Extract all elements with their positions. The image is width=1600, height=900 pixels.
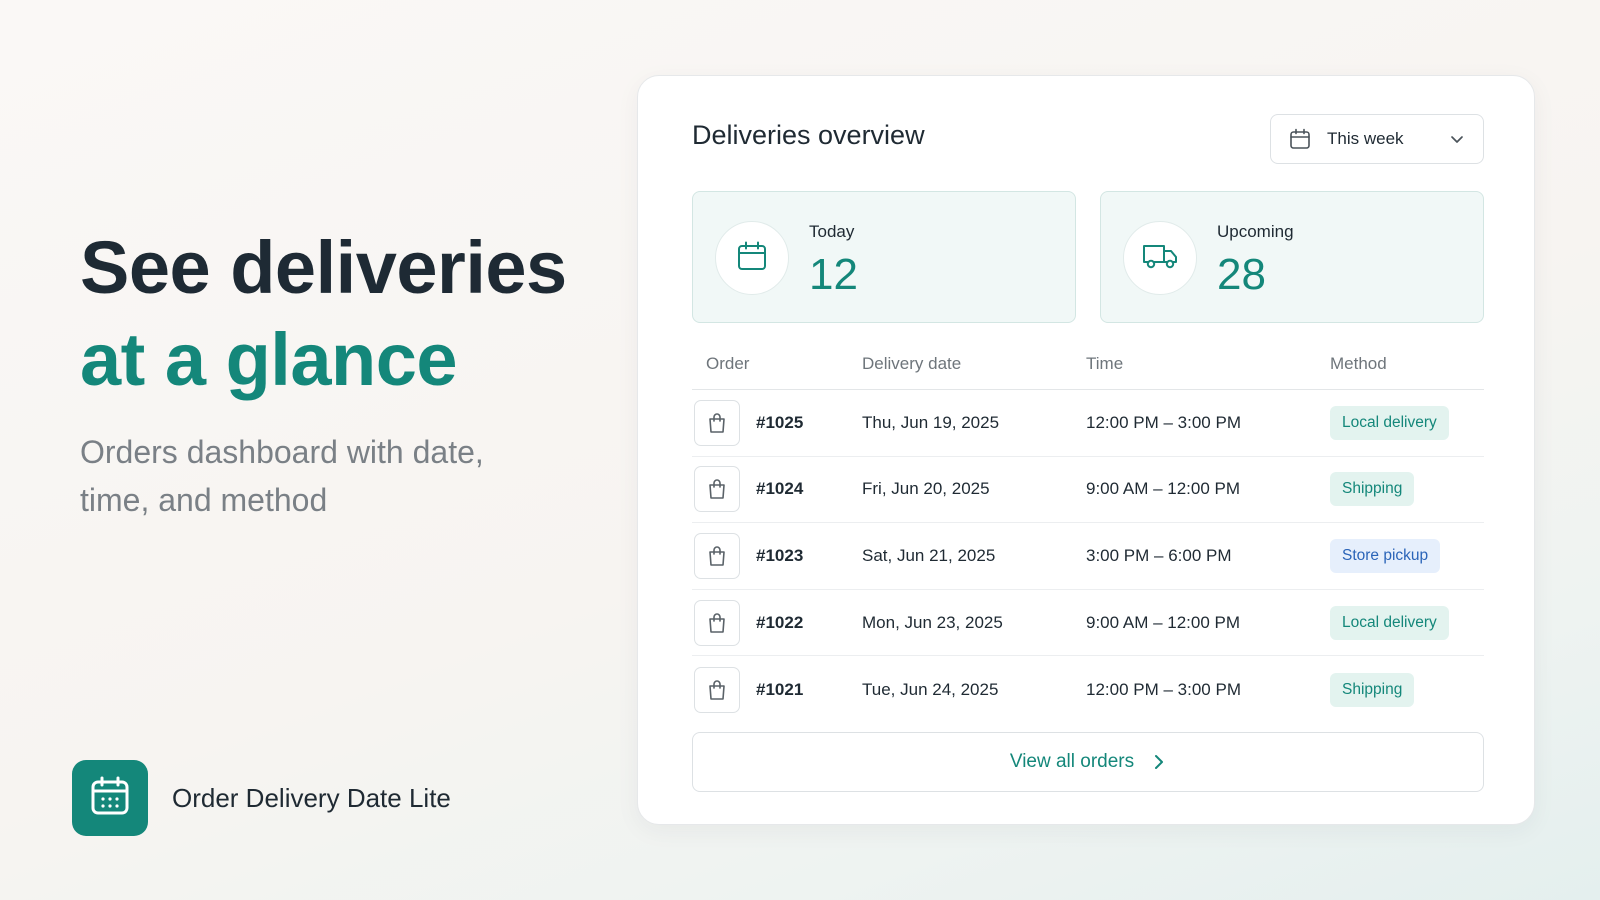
chevron-down-icon <box>1449 131 1465 147</box>
column-header-method: Method <box>1330 353 1387 373</box>
shopping-bag-icon <box>694 532 740 579</box>
column-header-order: Order <box>706 353 750 373</box>
hero-headline-line2: at a glance <box>80 318 458 401</box>
delivery-date: Mon, Jun 23, 2025 <box>862 612 1003 632</box>
view-all-orders-button[interactable]: View all orders <box>692 732 1484 792</box>
table-row[interactable]: #1024 Fri, Jun 20, 2025 9:00 AM – 12:00 … <box>692 457 1484 524</box>
calendar-icon <box>1289 128 1311 150</box>
date-range-select[interactable]: This week <box>1270 114 1484 164</box>
brand-logo <box>72 760 148 836</box>
delivery-time: 3:00 PM – 6:00 PM <box>1086 545 1232 565</box>
shopping-bag-icon <box>694 399 740 446</box>
stat-today-icon-wrap <box>715 221 789 295</box>
date-range-value: This week <box>1327 129 1404 148</box>
method-badge: Local delivery <box>1330 605 1449 640</box>
column-header-delivery-date: Delivery date <box>862 353 962 373</box>
order-id[interactable]: #1025 <box>756 413 803 433</box>
view-all-orders-label: View all orders <box>1009 751 1135 772</box>
brand-name: Order Delivery Date Lite <box>172 782 451 813</box>
delivery-date: Tue, Jun 24, 2025 <box>862 679 999 699</box>
brand: Order Delivery Date Lite <box>72 760 451 836</box>
column-header-time: Time <box>1086 353 1124 373</box>
hero-headline-line1: See deliveries <box>80 226 567 309</box>
stat-today-label: Today <box>809 222 855 241</box>
table-header: Order Delivery date Time Method <box>692 338 1484 390</box>
orders-table: Order Delivery date Time Method #1025 Th… <box>692 338 1484 723</box>
table-row[interactable]: #1023 Sat, Jun 21, 2025 3:00 PM – 6:00 P… <box>692 523 1484 590</box>
stat-today-value: 12 <box>809 250 858 299</box>
order-id[interactable]: #1022 <box>756 613 803 633</box>
order-id[interactable]: #1024 <box>756 479 803 499</box>
method-badge: Shipping <box>1330 672 1415 707</box>
order-id[interactable]: #1021 <box>756 680 803 700</box>
shopping-bag-icon <box>694 666 740 713</box>
card-title: Deliveries overview <box>692 120 925 150</box>
method-badge: Shipping <box>1330 472 1415 507</box>
calendar-icon <box>736 240 768 277</box>
order-id[interactable]: #1023 <box>756 546 803 566</box>
truck-icon <box>1142 241 1178 276</box>
delivery-date: Fri, Jun 20, 2025 <box>862 479 990 499</box>
shopping-bag-icon <box>694 466 740 513</box>
stat-upcoming: Upcoming 28 <box>1100 191 1484 323</box>
delivery-time: 12:00 PM – 3:00 PM <box>1086 679 1241 699</box>
stat-upcoming-icon-wrap <box>1123 221 1197 295</box>
table-row[interactable]: #1025 Thu, Jun 19, 2025 12:00 PM – 3:00 … <box>692 390 1484 457</box>
calendar-icon <box>88 774 132 823</box>
delivery-time: 9:00 AM – 12:00 PM <box>1086 612 1241 632</box>
deliveries-overview-card: Deliveries overview This week Today 12 U… <box>637 75 1535 825</box>
delivery-date: Thu, Jun 19, 2025 <box>862 412 1000 432</box>
delivery-time: 9:00 AM – 12:00 PM <box>1086 479 1241 499</box>
delivery-time: 12:00 PM – 3:00 PM <box>1086 412 1241 432</box>
delivery-date: Sat, Jun 21, 2025 <box>862 545 996 565</box>
chevron-right-icon <box>1152 753 1166 771</box>
stat-today: Today 12 <box>692 191 1076 323</box>
method-badge: Store pickup <box>1330 538 1441 573</box>
table-row[interactable]: #1021 Tue, Jun 24, 2025 12:00 PM – 3:00 … <box>692 656 1484 723</box>
hero-headline: See deliveries at a glance <box>80 222 567 406</box>
shopping-bag-icon <box>694 599 740 646</box>
stat-upcoming-label: Upcoming <box>1217 222 1294 241</box>
table-row[interactable]: #1022 Mon, Jun 23, 2025 9:00 AM – 12:00 … <box>692 590 1484 657</box>
hero-subtitle: Orders dashboard with date, time, and me… <box>80 434 484 518</box>
stat-upcoming-value: 28 <box>1217 250 1266 299</box>
method-badge: Local delivery <box>1330 405 1449 440</box>
hero: See deliveries at a glance Orders dashbo… <box>80 222 567 524</box>
